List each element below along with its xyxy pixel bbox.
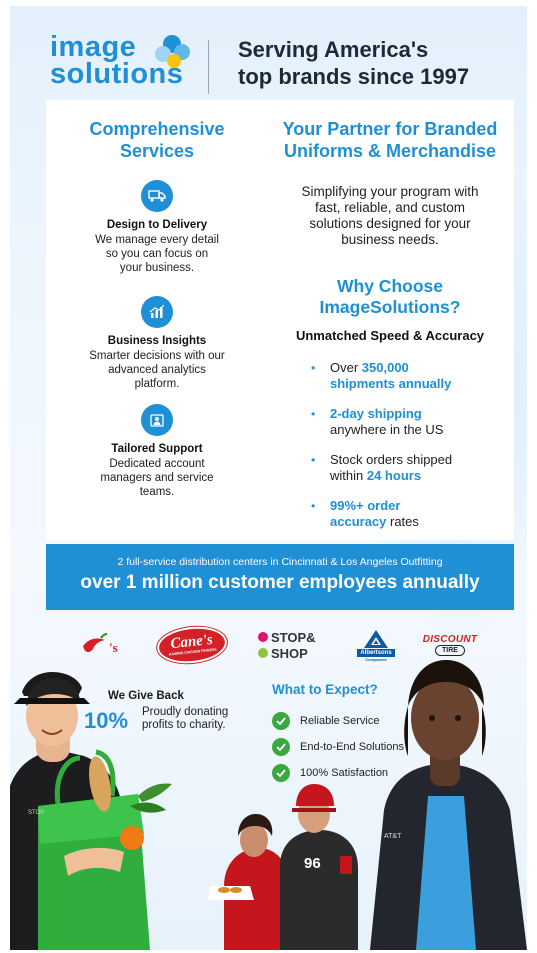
- stats-list: Over 350,000 shipments annually 2-day sh…: [308, 360, 527, 544]
- why-line1: Why Choose: [337, 276, 443, 296]
- stat-shipping: 2-day shipping anywhere in the US: [308, 406, 527, 438]
- stat-highlight: accuracy: [330, 514, 387, 529]
- stat-highlight: 24 hours: [366, 468, 422, 483]
- stat-text: anywhere in the US: [330, 422, 444, 437]
- expect-item-end-to-end: End-to-End Solutions: [272, 738, 404, 756]
- stat-text: rates: [386, 514, 419, 529]
- service-tailored-support: Tailored Support Dedicated account manag…: [62, 404, 252, 499]
- stat-text: within: [330, 468, 367, 483]
- bag-text: STOP: [28, 810, 44, 816]
- content-panel: Comprehensive Services Design to Deliver…: [46, 100, 514, 540]
- intro-line: solutions designed for your: [309, 216, 471, 231]
- partner-title: Your Partner for Branded Uniforms & Merc…: [268, 118, 512, 162]
- infographic: image solutions Serving America's top br…: [10, 6, 527, 950]
- header-divider: [208, 40, 209, 94]
- support-icon: [141, 404, 173, 436]
- tagline-line1: Serving America's: [238, 37, 429, 62]
- check-icon: [272, 738, 290, 756]
- subhead: Unmatched Speed & Accuracy: [276, 328, 504, 343]
- logo-dots-icon: [155, 35, 190, 68]
- service-desc-line: managers and service: [100, 472, 214, 484]
- service-title: Design to Delivery: [106, 219, 208, 231]
- albertsons-text: Albertsons: [357, 648, 395, 657]
- services-title: Comprehensive Services: [62, 118, 252, 162]
- banner-small-text: 2 full-service distribution centers in C…: [117, 556, 443, 568]
- services-title-line2: Services: [119, 141, 195, 161]
- banner-big-text: over 1 million customer employees annual…: [80, 572, 480, 593]
- stat-highlight: shipments annually: [330, 376, 452, 391]
- expect-item-label: End-to-End Solutions: [300, 741, 404, 753]
- tagline-line2: top brands since 1997: [238, 64, 470, 89]
- service-desc-line: Dedicated account: [109, 458, 205, 470]
- stop-and-shop-logo: STOP& SHOP: [258, 624, 328, 666]
- shop-text: SHOP: [271, 645, 308, 661]
- services-title-line1: Comprehensive: [89, 119, 225, 139]
- service-desc-line: advanced analytics: [108, 364, 206, 376]
- intro-line: Simplifying your program with: [301, 184, 479, 199]
- technician-illustration: AT&T: [370, 660, 527, 950]
- give-back-title: We Give Back: [108, 690, 184, 702]
- albertsons-a-icon: [364, 629, 388, 648]
- brand-logos: 's Cane's RAISING CHICKEN FINGERS STOP& …: [66, 623, 496, 667]
- partner-title-line1: Your Partner for Branded: [282, 119, 498, 139]
- charity-text-line: Proudly donating: [142, 706, 229, 718]
- expect-title: What to Expect?: [272, 682, 378, 697]
- stat-accuracy: 99%+ order accuracy rates: [308, 498, 527, 530]
- restaurant-workers-illustration: 96: [208, 784, 358, 950]
- chilis-logo: 's: [76, 624, 126, 666]
- intro-line: business needs.: [341, 232, 439, 247]
- check-icon: [272, 764, 290, 782]
- service-title: Tailored Support: [111, 443, 203, 455]
- tagline: Serving America's top brands since 1997: [238, 36, 469, 90]
- stat-highlight: 2-day shipping: [330, 406, 422, 421]
- service-desc-line: Smarter decisions with our: [89, 350, 225, 362]
- check-icon: [272, 712, 290, 730]
- stat-text: Over: [330, 360, 362, 375]
- service-desc-line: your business.: [119, 262, 195, 274]
- jacket-text: AT&T: [384, 833, 402, 840]
- intro-line: fast, reliable, and custom: [314, 200, 466, 215]
- service-desc-line: We manage every detail: [95, 234, 219, 246]
- discount-text: DISCOUNT: [422, 634, 478, 645]
- service-desc-line: teams.: [139, 486, 175, 498]
- service-design-to-delivery: Design to Delivery We manage every detai…: [62, 180, 252, 275]
- service-business-insights: Business Insights Smarter decisions with…: [62, 296, 252, 391]
- svg-text:'s: 's: [109, 640, 118, 655]
- stop-dot-icon: [258, 632, 268, 642]
- truck-icon: [141, 180, 173, 212]
- partner-title-line2: Uniforms & Merchandise: [283, 141, 497, 161]
- charity-text: Proudly donating profits to charity.: [142, 706, 252, 732]
- expect-item-satisfaction: 100% Satisfaction: [272, 764, 388, 782]
- stat-stock-orders: Stock orders shipped within 24 hours: [308, 452, 527, 484]
- why-line2: ImageSolutions?: [319, 297, 461, 317]
- stat-highlight: 350,000: [361, 360, 409, 375]
- charity-text-line: profits to charity.: [142, 719, 226, 731]
- analytics-icon: [141, 296, 173, 328]
- discount-tire-logo: DISCOUNT TIRE: [414, 624, 486, 666]
- service-desc-line: so you can focus on: [105, 248, 209, 260]
- distribution-banner: 2 full-service distribution centers in C…: [46, 544, 514, 610]
- shirt-number: 96: [304, 855, 321, 872]
- tire-text: TIRE: [435, 645, 465, 656]
- stat-highlight: 99%+ order: [330, 498, 401, 513]
- shop-dot-icon: [258, 648, 268, 658]
- why-choose-title: Why Choose ImageSolutions?: [276, 276, 504, 318]
- expect-item-label: Reliable Service: [300, 715, 380, 727]
- service-title: Business Insights: [107, 335, 207, 347]
- charity-percent: 10%: [84, 708, 129, 733]
- canes-logo: Cane's RAISING CHICKEN FINGERS: [155, 623, 229, 667]
- service-desc-line: platform.: [134, 378, 180, 390]
- stat-shipments: Over 350,000 shipments annually: [308, 360, 527, 392]
- stat-text: Stock orders shipped: [330, 452, 453, 467]
- logo: image solutions: [50, 33, 210, 89]
- partner-intro: Simplifying your program with fast, reli…: [276, 184, 504, 248]
- speed-accuracy-heading: Unmatched Speed & Accuracy: [295, 328, 485, 343]
- stop-text: STOP&: [271, 629, 316, 645]
- albertsons-subtext: Companies: [365, 656, 387, 662]
- expect-item-reliable: Reliable Service: [272, 712, 379, 730]
- expect-item-label: 100% Satisfaction: [300, 767, 389, 779]
- albertsons-logo: Albertsons Companies: [348, 624, 404, 666]
